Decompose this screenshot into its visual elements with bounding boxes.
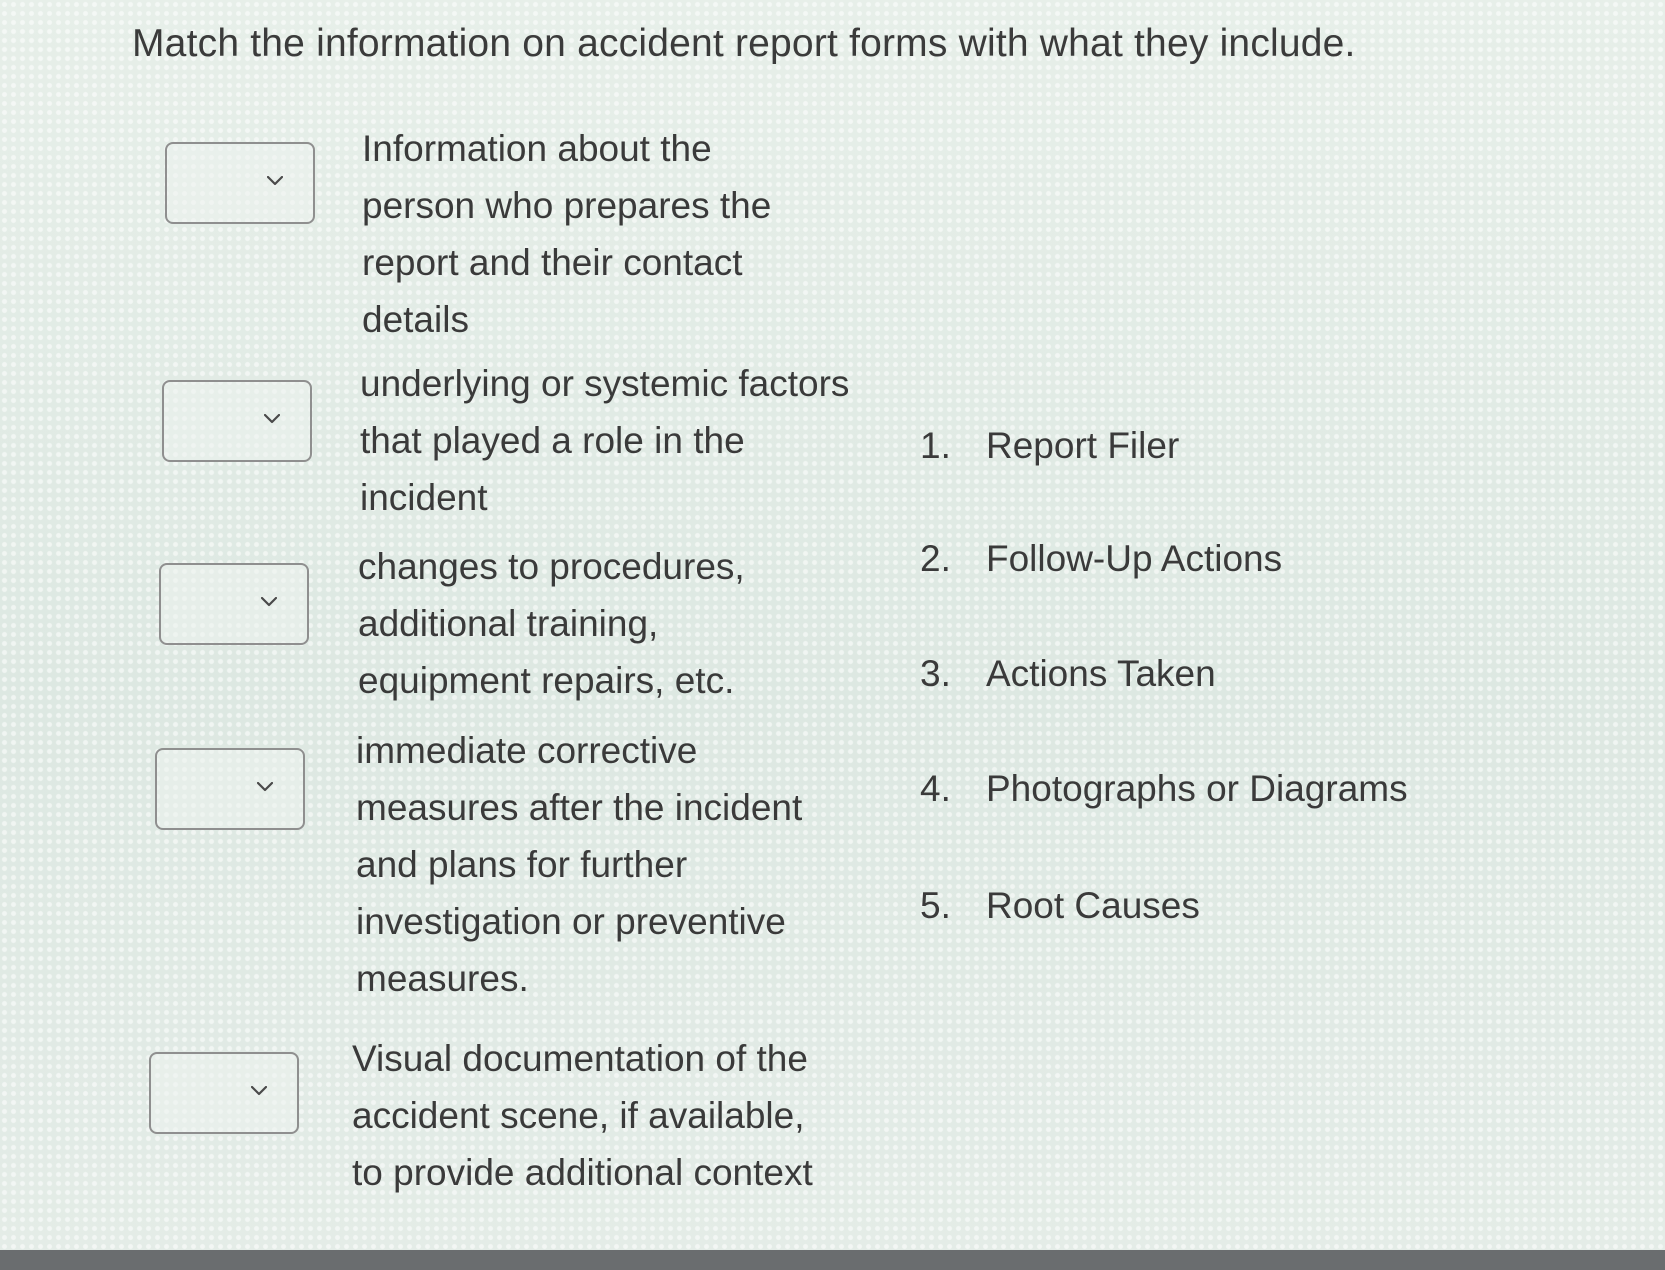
choice-item-4: 4. Photographs or Diagrams — [920, 768, 1408, 810]
chevron-down-icon — [267, 176, 283, 186]
chevron-down-icon — [251, 1086, 267, 1096]
answer-select-1[interactable] — [165, 142, 315, 224]
choice-label: Root Causes — [986, 885, 1200, 926]
choice-label: Photographs or Diagrams — [986, 768, 1408, 809]
choice-label: Actions Taken — [986, 653, 1216, 694]
choice-number: 4. — [920, 768, 951, 809]
match-description-1: Information about the person who prepare… — [362, 128, 772, 340]
answer-select-5[interactable] — [149, 1052, 299, 1134]
choice-number: 1. — [920, 425, 951, 466]
match-description-3: changes to procedures, additional traini… — [358, 546, 745, 701]
chevron-down-icon — [257, 782, 273, 792]
match-description-5: Visual documentation of the accident sce… — [352, 1038, 813, 1193]
choice-number: 3. — [920, 653, 951, 694]
match-description-4: immediate corrective measures after the … — [356, 730, 803, 999]
answer-select-2[interactable] — [162, 380, 312, 462]
choice-number: 2. — [920, 538, 951, 579]
window-bottom-bezel — [0, 1250, 1665, 1270]
choice-item-3: 3. Actions Taken — [920, 653, 1216, 695]
answer-select-3[interactable] — [159, 563, 309, 645]
choice-item-1: 1. Report Filer — [920, 425, 1179, 467]
chevron-down-icon — [261, 597, 277, 607]
match-description-2: underlying or systemic factors that play… — [360, 363, 850, 518]
choice-item-2: 2. Follow-Up Actions — [920, 538, 1282, 580]
choice-number: 5. — [920, 885, 951, 926]
answer-select-4[interactable] — [155, 748, 305, 830]
question-title: Match the information on accident report… — [132, 22, 1356, 65]
chevron-down-icon — [264, 414, 280, 424]
choice-label: Follow-Up Actions — [986, 538, 1283, 579]
choice-item-5: 5. Root Causes — [920, 885, 1200, 927]
choice-label: Report Filer — [986, 425, 1180, 466]
